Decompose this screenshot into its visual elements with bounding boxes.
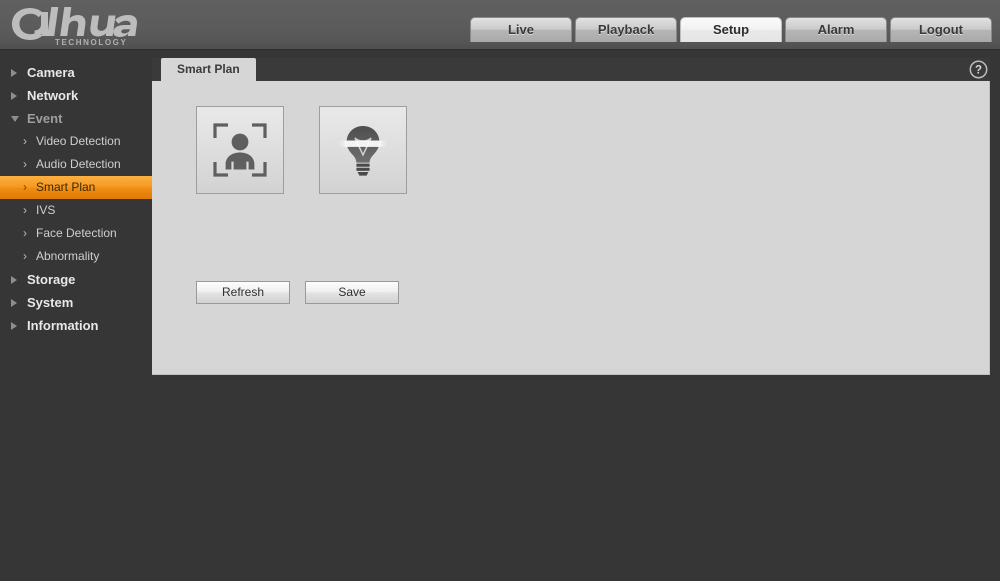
chevron-right-icon: › <box>23 134 27 148</box>
sidebar-group-label: Information <box>27 318 99 333</box>
sidebar-item-video-detection[interactable]: › Video Detection <box>0 130 152 153</box>
sidebar-item-label: Audio Detection <box>36 157 121 171</box>
sidebar-navigation: Camera Network Event › Video Detection ›… <box>0 51 152 581</box>
lightbulb-ivs-icon <box>334 126 392 176</box>
chevron-right-icon: › <box>23 157 27 171</box>
sidebar-item-label: IVS <box>36 203 56 217</box>
face-detection-icon <box>213 123 267 177</box>
sidebar-group-system[interactable]: System <box>0 291 152 314</box>
svg-text:?: ? <box>975 65 982 77</box>
smart-plan-tiles <box>196 106 407 194</box>
sidebar-group-label: Network <box>27 88 79 103</box>
sidebar-item-label: Smart Plan <box>36 180 96 194</box>
dahua-logo: TECHNOLOGY <box>8 2 148 48</box>
sidebar-item-label: Face Detection <box>36 226 117 240</box>
nav-tab-setup[interactable]: Setup <box>680 17 782 42</box>
help-icon[interactable]: ? <box>969 60 988 79</box>
sidebar-item-face-detection[interactable]: › Face Detection <box>0 222 152 245</box>
sidebar-item-smart-plan[interactable]: › Smart Plan <box>0 176 152 199</box>
content-area: Smart Plan ? Refresh Save <box>152 51 1000 581</box>
triangle-right-icon <box>11 298 17 307</box>
sidebar-group-label: Storage <box>27 272 76 287</box>
chevron-right-icon: › <box>23 249 27 263</box>
save-button[interactable]: Save <box>305 281 399 304</box>
sidebar-group-label: System <box>27 295 74 310</box>
triangle-right-icon <box>11 275 17 284</box>
tile-face-detection[interactable] <box>196 106 284 194</box>
content-tab-strip <box>152 58 990 81</box>
tab-smart-plan[interactable]: Smart Plan <box>161 58 256 81</box>
sidebar-group-storage[interactable]: Storage <box>0 268 152 291</box>
nav-tab-alarm[interactable]: Alarm <box>785 17 887 42</box>
nav-tab-logout[interactable]: Logout <box>890 17 992 42</box>
tile-ivs-lightbulb[interactable] <box>319 106 407 194</box>
top-navigation: Live Playback Setup Alarm Logout <box>470 17 992 42</box>
refresh-button[interactable]: Refresh <box>196 281 290 304</box>
sidebar-item-label: Video Detection <box>36 134 121 148</box>
sidebar-item-ivs[interactable]: › IVS <box>0 199 152 222</box>
chevron-right-icon: › <box>23 203 27 217</box>
sidebar-item-abnormality[interactable]: › Abnormality <box>0 245 152 268</box>
triangle-right-icon <box>11 321 17 330</box>
sidebar-item-audio-detection[interactable]: › Audio Detection <box>0 153 152 176</box>
triangle-down-icon <box>11 115 19 122</box>
sidebar-item-label: Abnormality <box>36 249 100 263</box>
triangle-right-icon <box>11 68 17 77</box>
triangle-right-icon <box>11 91 17 100</box>
sidebar-group-camera[interactable]: Camera <box>0 61 152 84</box>
sidebar-group-label: Event <box>27 111 63 126</box>
panel-actions: Refresh Save <box>196 281 399 304</box>
svg-text:TECHNOLOGY: TECHNOLOGY <box>55 38 127 47</box>
sidebar-group-label: Camera <box>27 65 75 80</box>
chevron-right-icon: › <box>23 180 27 194</box>
sidebar-group-network[interactable]: Network <box>0 84 152 107</box>
app-header: TECHNOLOGY Live Playback Setup Alarm Log… <box>0 0 1000 50</box>
sidebar-group-information[interactable]: Information <box>0 314 152 337</box>
sidebar-group-event[interactable]: Event <box>0 107 152 130</box>
chevron-right-icon: › <box>23 226 27 240</box>
smart-plan-panel: Refresh Save <box>152 81 990 375</box>
nav-tab-playback[interactable]: Playback <box>575 17 677 42</box>
nav-tab-live[interactable]: Live <box>470 17 572 42</box>
